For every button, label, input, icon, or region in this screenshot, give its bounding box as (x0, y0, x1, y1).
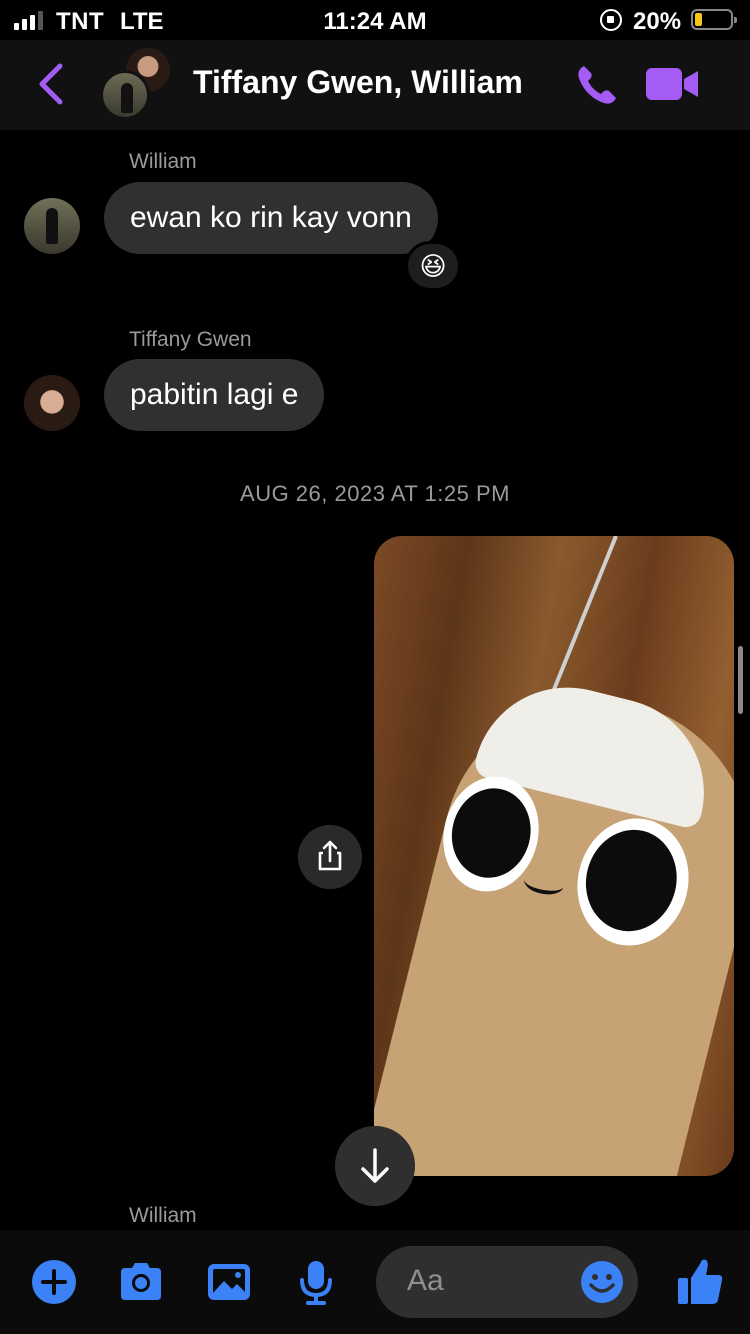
chat-header: Tiffany Gwen, William (0, 40, 750, 130)
avatar[interactable] (24, 375, 80, 431)
message-bubble[interactable]: pabitin lagi e (104, 359, 325, 431)
message-bubble[interactable]: ewan ko rin kay vonn (104, 182, 438, 254)
battery-percentage: 20% (633, 8, 682, 35)
composer-bar: Aa (0, 1230, 750, 1334)
message-input[interactable]: Aa (376, 1246, 638, 1318)
smiley-icon[interactable] (580, 1260, 624, 1304)
video-camera-icon[interactable] (646, 66, 700, 102)
status-bar: TNT LTE 11:24 AM 20% (0, 0, 750, 40)
plus-icon[interactable] (30, 1258, 78, 1306)
group-avatar[interactable] (100, 46, 176, 122)
sender-name: Tiffany Gwen (129, 328, 252, 351)
thumbs-up-icon[interactable] (676, 1256, 724, 1306)
message-input-placeholder: Aa (407, 1264, 444, 1297)
chevron-left-icon[interactable] (36, 62, 66, 106)
camera-icon[interactable] (117, 1258, 165, 1306)
timestamp: AUG 26, 2023 AT 1:25 PM (240, 481, 510, 506)
photo-detail (550, 536, 618, 695)
image-icon[interactable] (205, 1258, 253, 1306)
reaction-badge[interactable]: 😆 (405, 241, 461, 291)
conversation-title[interactable]: Tiffany Gwen, William (193, 64, 523, 101)
photo-message[interactable] (374, 536, 734, 1176)
rotation-lock-icon (600, 9, 622, 31)
phone-icon[interactable] (574, 62, 620, 108)
sender-name: William (129, 1204, 197, 1227)
avatar[interactable] (24, 198, 80, 254)
share-icon[interactable] (298, 825, 362, 889)
scrollbar[interactable] (738, 646, 743, 714)
sender-name: William (129, 150, 197, 173)
microphone-icon[interactable] (292, 1258, 340, 1306)
battery-icon (691, 9, 737, 30)
avatar (100, 70, 150, 120)
arrow-down-icon[interactable] (335, 1126, 415, 1206)
